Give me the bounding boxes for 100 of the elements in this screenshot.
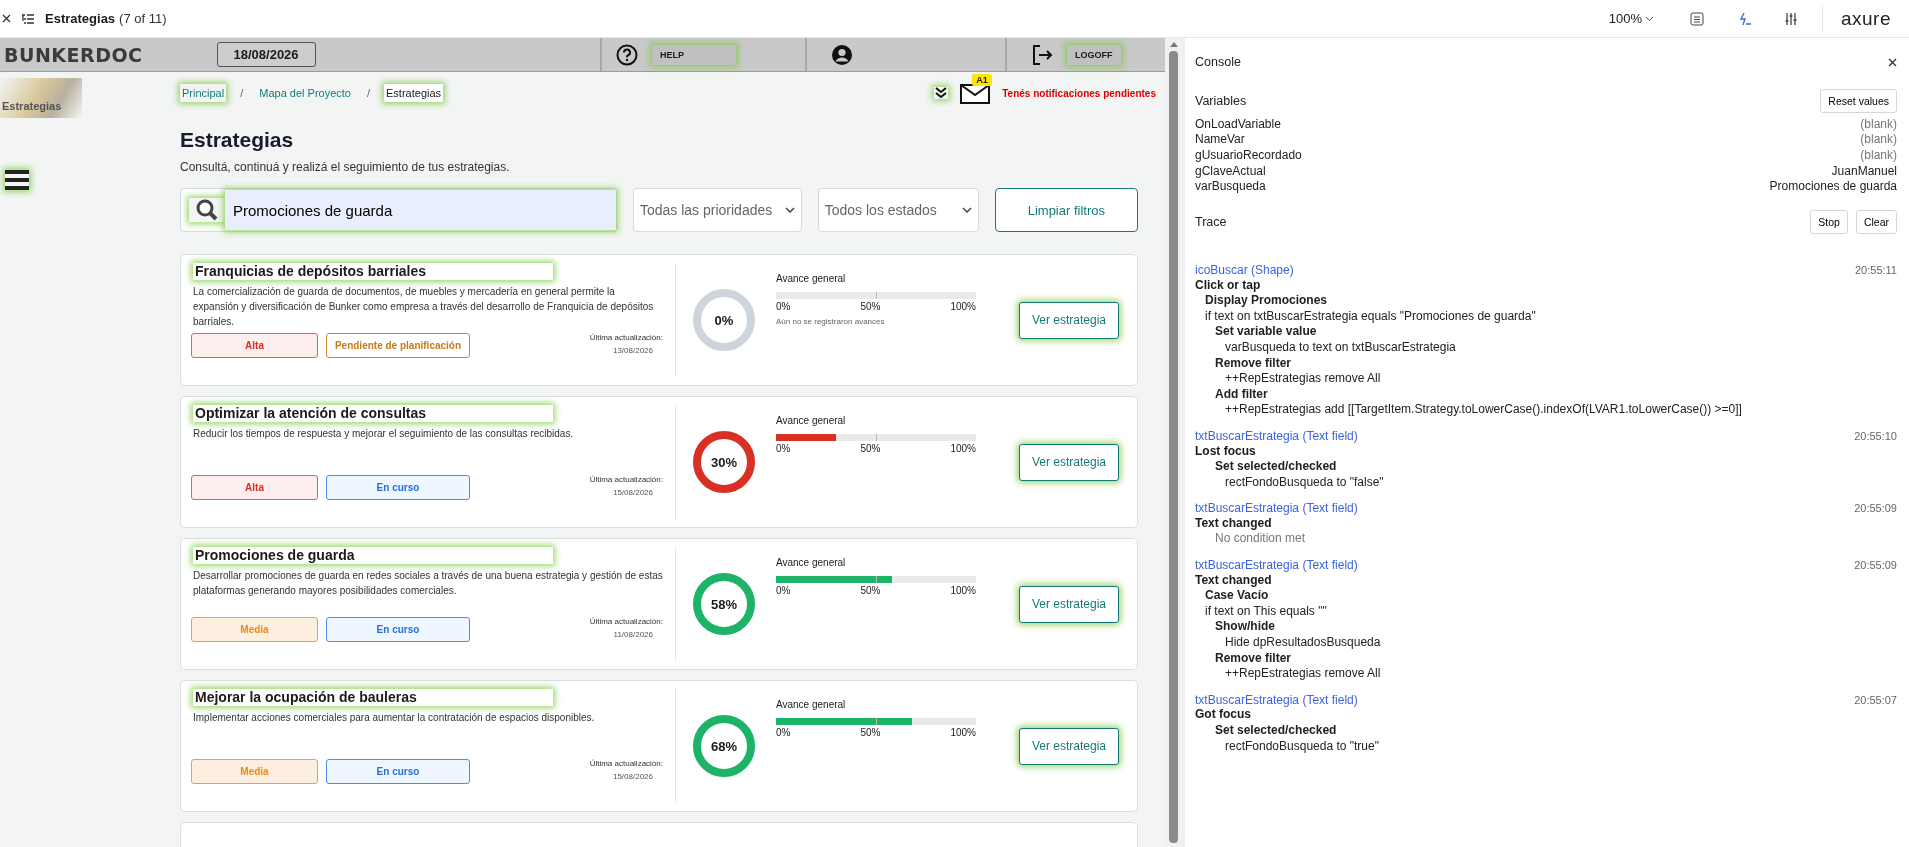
trace-action: Set selected/checked [1214,723,1338,739]
tick-label: 0% [776,301,791,312]
trace-source-link[interactable]: txtBuscarEstrategia (Text field) [1195,501,1358,516]
page-list-icon[interactable] [21,12,35,25]
status-dropdown[interactable]: Todos los estados [817,188,979,232]
progress-label: Avance general [776,557,847,568]
breadcrumb-link[interactable]: Principal [180,84,227,102]
card-title: Optimizar la atención de consultas [193,405,553,422]
scrollbar-thumb[interactable] [1169,51,1178,843]
trace-action: Display Promociones [1204,293,1329,309]
console-title: Console [1195,55,1241,69]
trace-action: Remove filter [1214,355,1293,372]
priority-dropdown[interactable]: Todas las prioridades [632,188,802,232]
updated-date: 15/08/2026 [612,488,653,497]
view-strategy-button[interactable]: Ver estrategia [1019,301,1119,339]
trace-note: No condition met [1214,531,1307,548]
zoom-dropdown[interactable]: 100% [1608,11,1654,26]
priority-tag: Alta [191,333,318,358]
breadcrumb-separator: / [366,87,371,99]
trace-time: 20:55:09 [1854,502,1897,515]
trace-detail: ++RepEstrategias remove All [1224,371,1382,387]
tick-label: 100% [950,301,976,312]
updated-date: 13/08/2026 [612,346,653,355]
view-strategy-button[interactable]: Ver estrategia [1019,727,1119,765]
card-title: Mejorar la ocupación de bauleras [193,689,553,706]
notes-icon[interactable] [1689,11,1704,26]
tick-label: 100% [950,727,976,738]
tick-label: 100% [950,585,976,596]
trace-detail: rectFondoBusqueda to "false" [1224,474,1385,491]
trace-detail: ++RepEstrategias remove All [1224,666,1382,682]
breadcrumb-link[interactable]: Mapa del Proyecto [257,84,353,102]
trace-source-link[interactable]: icoBuscar (Shape) [1195,262,1294,277]
card-description: Desarrollar promociones de guarda en redes sociales a través de una buena estrategia y gestión de estas plataformas generando mayores posibilidades comerciales. [193,569,663,598]
view-strategy-button[interactable]: Ver estrategia [1019,585,1119,623]
card-title: Franquicias de depósitos barriales [193,263,553,280]
progress-percent: 68% [711,738,737,754]
date-display: 18/08/2026 [216,42,316,67]
trace-detail: rectFondoBusqueda to "true" [1224,738,1380,755]
mail-icon[interactable] [960,82,991,104]
tick-label: 50% [860,585,881,596]
variables-heading: Variables [1195,94,1247,108]
trace-action: if text on txtBuscarEstrategia equals "Promociones de guarda" [1204,308,1537,325]
tick-label: 50% [860,301,881,312]
tick-label: 0% [776,727,791,738]
help-link[interactable]: HELP [652,44,736,65]
trace-detail: varBusqueda to text on txtBuscarEstrategia [1224,339,1457,356]
page-count: (7 of 11) [119,11,167,26]
chevron-down-icon [784,207,795,213]
trace-time: 20:55:10 [1854,429,1897,442]
breadcrumb-link[interactable]: Estrategias [384,84,444,102]
sliders-icon[interactable] [1783,11,1798,26]
trace-source-link[interactable]: txtBuscarEstrategia (Text field) [1195,428,1358,443]
card-description: La comercialización de guarda de documentos, de muebles y mercadería en general permite la expansión y diversificación de Bunker como empresa a través del desarrollo de Franquicia de depósitos barriales. [193,285,655,329]
variable-name: gClaveActual [1195,163,1266,178]
priority-tag: Alta [191,475,318,500]
updated-date: 11/08/2026 [613,630,653,639]
tick-label: 50% [860,727,881,738]
card-title: Promociones de guarda [193,547,553,564]
tick-label: 50% [860,443,881,454]
trace-event: Lost focus [1195,443,1257,460]
updated-label: Última actualización: [589,759,663,768]
trace-source-link[interactable]: txtBuscarEstrategia (Text field) [1195,692,1358,707]
updated-label: Última actualización: [589,475,663,484]
clear-button[interactable]: Clear [1855,209,1897,234]
help-icon[interactable] [616,43,638,66]
stop-button[interactable]: Stop [1810,209,1848,234]
progress-percent: 30% [711,454,737,470]
console-icon[interactable] [1737,11,1752,26]
logout-icon[interactable] [1031,43,1053,66]
variable-value: (blank) [1860,132,1897,147]
close-icon[interactable] [2,14,11,23]
tick-label: 0% [776,585,791,596]
trace-event: Click or tap [1195,277,1262,294]
trace-action: Set variable value [1214,324,1318,340]
notification-badge: A1 [972,74,992,86]
tick-label: 100% [950,443,976,454]
card-description: Implementar acciones comerciales para aumentar la contratación de espacios disponibles. [193,711,596,725]
trace-action: Remove filter [1214,650,1293,667]
page-title: Estrategias [45,11,116,26]
double-chevron-icon[interactable] [934,87,949,99]
trace-detail: ++RepEstrategias add [[TargetItem.Strategy.toLowerCase().indexOf(LVAR1.toLowerCase()) >=0]] [1224,402,1743,418]
user-icon[interactable] [831,43,853,66]
trace-heading: Trace [1195,214,1227,229]
trace-action: Add filter [1214,386,1269,403]
close-icon[interactable] [1888,57,1897,67]
trace-action: Set selected/checked [1214,459,1338,475]
logoff-link[interactable]: LOGOFF [1067,44,1121,65]
variable-value: (blank) [1860,148,1897,162]
view-strategy-button[interactable]: Ver estrategia [1019,443,1119,481]
scroll-up-icon[interactable] [1169,42,1178,47]
app-logo: BUNKERDOC [4,43,143,66]
reset-values-button[interactable]: Reset values [1820,89,1897,113]
trace-source-link[interactable]: txtBuscarEstrategia (Text field) [1195,557,1358,572]
updated-label: Última actualización: [589,333,663,342]
progress-percent: 58% [711,596,737,612]
progress-label: Avance general [776,699,847,710]
clear-filters-button[interactable]: Limpiar filtros [994,188,1138,232]
variable-name: OnLoadVariable [1195,116,1281,131]
trace-time: 20:55:11 [1855,263,1897,276]
menu-icon[interactable] [5,170,29,190]
